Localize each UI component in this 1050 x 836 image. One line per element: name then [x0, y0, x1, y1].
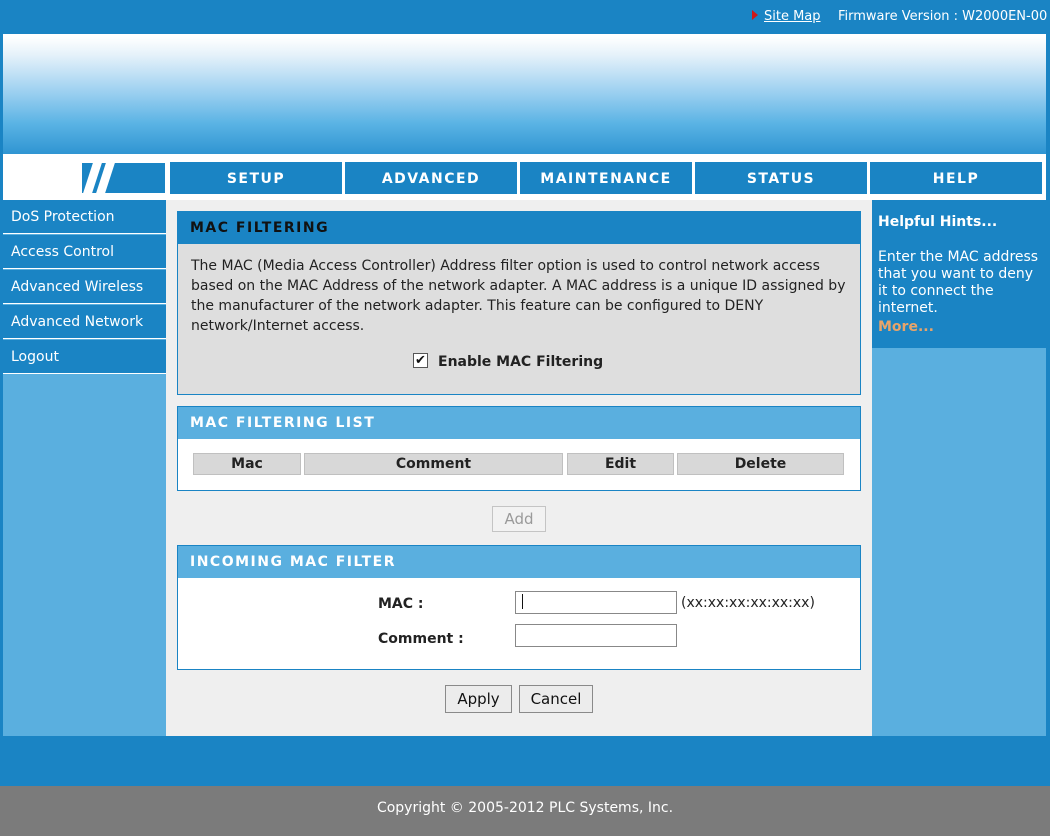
enable-mac-filtering-label: Enable MAC Filtering: [438, 354, 604, 370]
incoming-mac-filter-title: INCOMING MAC FILTER: [178, 546, 860, 578]
sidebar-item-access-control[interactable]: Access Control: [3, 235, 166, 269]
more-link[interactable]: More...: [878, 319, 934, 335]
tab-advanced[interactable]: ADVANCED: [345, 162, 517, 194]
mac-filtering-list-title: MAC FILTERING LIST: [178, 407, 860, 439]
comment-input[interactable]: [515, 624, 677, 647]
helpful-hints-title: Helpful Hints...: [878, 214, 998, 230]
text-cursor: [522, 594, 523, 609]
header-banner: [3, 37, 1046, 154]
column-header-edit: Edit: [567, 453, 674, 475]
mac-filtering-description: The MAC (Media Access Controller) Addres…: [191, 258, 846, 334]
column-header-mac: Mac: [193, 453, 301, 475]
brand-logo: [82, 163, 165, 193]
sidebar-item-dos-protection[interactable]: DoS Protection: [3, 200, 166, 234]
cancel-button[interactable]: Cancel: [519, 685, 593, 713]
sidebar-item-advanced-network[interactable]: Advanced Network: [3, 305, 166, 339]
bottom-bar: [0, 736, 1050, 786]
tab-setup[interactable]: SETUP: [170, 162, 342, 194]
mac-input[interactable]: [515, 591, 677, 614]
firmware-version: Firmware Version : W2000EN-00: [838, 9, 1048, 24]
site-map-link-wrap: Site Map: [752, 9, 821, 24]
tab-maintenance[interactable]: MAINTENANCE: [520, 162, 692, 194]
tab-status[interactable]: STATUS: [695, 162, 867, 194]
sidebar-item-logout[interactable]: Logout: [3, 340, 166, 374]
mac-format-hint: (xx:xx:xx:xx:xx:xx): [681, 595, 815, 611]
column-header-comment: Comment: [304, 453, 563, 475]
red-arrow-icon: [752, 10, 758, 20]
comment-field-label: Comment :: [378, 631, 464, 647]
footer-copyright: Copyright © 2005-2012 PLC Systems, Inc.: [0, 786, 1050, 836]
mac-filtering-list-section: MAC FILTERING LIST: [177, 406, 861, 491]
site-map-link[interactable]: Site Map: [764, 9, 821, 24]
mac-field-label: MAC :: [378, 596, 424, 612]
tab-help[interactable]: HELP: [870, 162, 1042, 194]
helpful-hints-text: Enter the MAC address that you want to d…: [878, 249, 1039, 316]
sidebar-item-advanced-wireless[interactable]: Advanced Wireless: [3, 270, 166, 304]
apply-button[interactable]: Apply: [445, 685, 512, 713]
mac-filtering-title: MAC FILTERING: [178, 212, 860, 244]
right-frame-border: [1046, 0, 1050, 786]
enable-mac-filtering-checkbox[interactable]: ✔: [413, 353, 428, 368]
add-button[interactable]: Add: [492, 506, 546, 532]
column-header-delete: Delete: [677, 453, 844, 475]
